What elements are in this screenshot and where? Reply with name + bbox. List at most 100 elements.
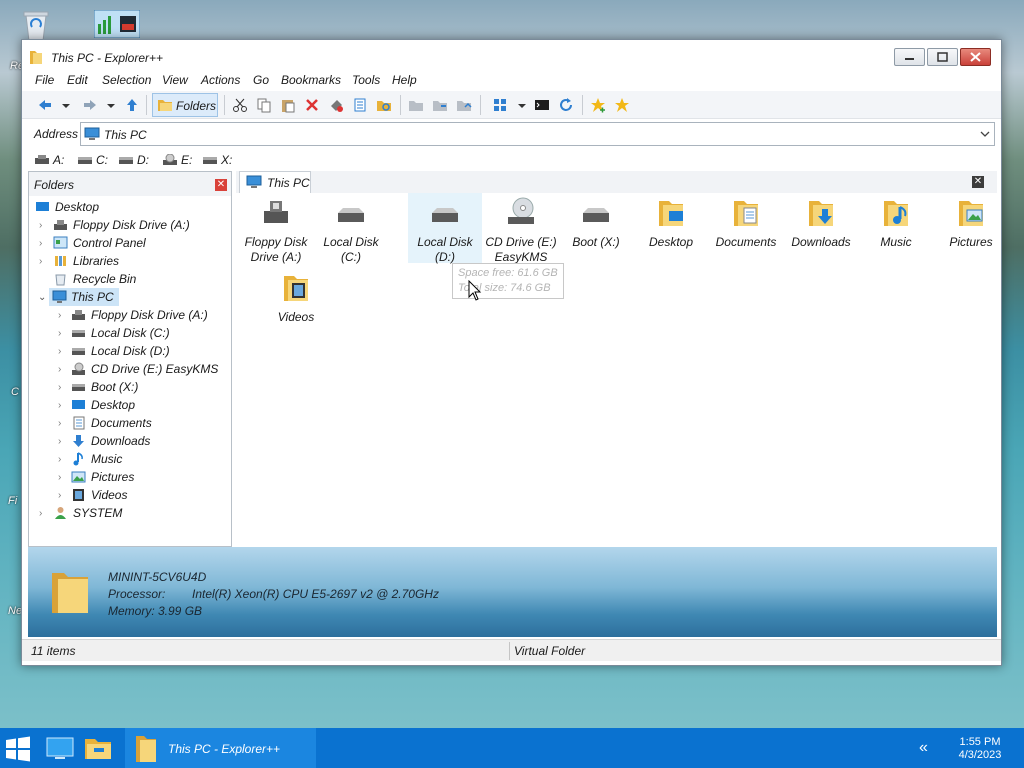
expand-chevron-icon[interactable]: › xyxy=(58,472,61,483)
item-downloads-folder[interactable]: Downloads xyxy=(784,197,858,267)
expand-chevron-icon[interactable]: › xyxy=(39,256,42,267)
expand-chevron-icon[interactable]: › xyxy=(39,220,42,231)
cut-icon[interactable] xyxy=(232,97,248,113)
expand-chevron-icon[interactable]: › xyxy=(58,490,61,501)
expand-chevron-icon[interactable]: › xyxy=(58,436,61,447)
menu-actions[interactable]: Actions xyxy=(201,73,240,87)
expand-chevron-icon[interactable]: › xyxy=(58,418,61,429)
tree-item-floppy-sub[interactable]: › Floppy Disk Drive (A:) xyxy=(31,306,229,324)
paste-icon[interactable] xyxy=(280,97,296,113)
command-prompt-icon[interactable] xyxy=(534,97,550,113)
item-boot-x[interactable]: Boot (X:) xyxy=(559,197,633,267)
tree-item-this-pc[interactable]: This PC xyxy=(49,288,119,306)
delete-permanently-icon[interactable] xyxy=(328,97,344,113)
tree-item-desktop[interactable]: Desktop xyxy=(31,198,229,216)
tree-item-documents[interactable]: › Documents xyxy=(31,414,229,432)
menu-bookmarks[interactable]: Bookmarks xyxy=(281,73,341,87)
item-floppy-disk[interactable]: Floppy Disk Drive (A:) xyxy=(239,197,313,267)
tree-item-recycle-bin[interactable]: Recycle Bin xyxy=(31,270,229,288)
copy-to-folder-icon[interactable] xyxy=(432,97,448,113)
tree-item-label: Floppy Disk Drive (A:) xyxy=(91,308,208,322)
tree-item-control-panel[interactable]: › Control Panel xyxy=(31,234,229,252)
expand-chevron-icon[interactable]: › xyxy=(58,454,61,465)
expand-chevron-icon[interactable]: › xyxy=(39,508,42,519)
tree-item-boot-x[interactable]: › Boot (X:) xyxy=(31,378,229,396)
tree-item-label: Local Disk (D:) xyxy=(91,344,170,358)
new-folder-icon[interactable] xyxy=(408,97,424,113)
taskbar-clock[interactable]: 1:55 PM 4/3/2023 xyxy=(950,736,1010,762)
item-documents-folder[interactable]: Documents xyxy=(709,197,783,267)
mouse-cursor-icon xyxy=(468,280,482,301)
back-dropdown-icon[interactable] xyxy=(62,97,70,113)
properties-icon[interactable] xyxy=(352,97,368,113)
back-icon[interactable] xyxy=(37,97,53,113)
tree-item-desktop-sub[interactable]: › Desktop xyxy=(31,396,229,414)
tree-item-pictures[interactable]: › Pictures xyxy=(31,468,229,486)
collapse-chevron-icon[interactable]: ⌄ xyxy=(38,292,46,303)
tree-item-cd-drive[interactable]: › CD Drive (E:) EasyKMS xyxy=(31,360,229,378)
bookmarks-icon[interactable] xyxy=(614,97,630,113)
tab-this-pc[interactable]: This PC xyxy=(239,171,311,193)
menu-file[interactable]: File xyxy=(35,73,54,87)
start-windows-icon[interactable] xyxy=(5,736,31,762)
downloads-folder-icon xyxy=(809,201,833,226)
menu-selection[interactable]: Selection xyxy=(102,73,151,87)
views-dropdown-icon[interactable] xyxy=(518,97,526,113)
show-desktop-icon[interactable] xyxy=(46,734,74,762)
close-folders-pane-button[interactable]: ✕ xyxy=(215,179,227,191)
taskbar: This PC - Explorer++ « 1:55 PM 4/3/2023 xyxy=(0,728,1024,768)
menu-help[interactable]: Help xyxy=(392,73,417,87)
expand-chevron-icon[interactable]: › xyxy=(58,328,61,339)
address-input[interactable]: This PC xyxy=(80,122,995,146)
item-desktop-folder[interactable]: Desktop xyxy=(634,197,708,267)
expand-chevron-icon[interactable]: › xyxy=(58,346,61,357)
system-monitor-icon[interactable] xyxy=(94,10,140,38)
delete-icon[interactable] xyxy=(304,97,320,113)
menu-tools[interactable]: Tools xyxy=(352,73,380,87)
menu-view[interactable]: View xyxy=(162,73,188,87)
up-icon[interactable] xyxy=(124,97,140,113)
tree-item-floppy[interactable]: › Floppy Disk Drive (A:) xyxy=(31,216,229,234)
minimize-button[interactable] xyxy=(894,48,925,66)
expand-chevron-icon[interactable]: › xyxy=(58,364,61,375)
item-local-disk-d[interactable]: Local Disk (D:) xyxy=(408,193,482,264)
move-to-folder-icon[interactable] xyxy=(456,97,472,113)
folders-toggle-button[interactable]: Folders xyxy=(152,93,218,117)
tree-item-libraries[interactable]: › Libraries xyxy=(31,252,229,270)
tree-item-label: SYSTEM xyxy=(73,506,123,520)
item-videos-folder[interactable]: Videos xyxy=(259,272,333,342)
item-pictures-folder[interactable]: Pictures xyxy=(934,197,1008,267)
expand-chevron-icon[interactable]: › xyxy=(39,238,42,249)
expand-chevron-icon[interactable]: › xyxy=(58,310,61,321)
tree-item-local-disk-c[interactable]: › Local Disk (C:) xyxy=(31,324,229,342)
floppy-icon xyxy=(72,310,85,320)
search-folder-icon[interactable] xyxy=(376,97,392,113)
tree-item-downloads[interactable]: › Downloads xyxy=(31,432,229,450)
tree-item-local-disk-d[interactable]: › Local Disk (D:) xyxy=(31,342,229,360)
tree-item-videos[interactable]: › Videos xyxy=(31,486,229,504)
views-icon[interactable] xyxy=(492,97,508,113)
title-bar[interactable]: This PC - Explorer++ xyxy=(22,40,1001,70)
close-button[interactable] xyxy=(960,48,991,66)
copy-icon[interactable] xyxy=(256,97,272,113)
file-explorer-icon[interactable] xyxy=(84,734,112,762)
expand-chevron-icon[interactable]: › xyxy=(58,400,61,411)
bookmark-add-icon[interactable] xyxy=(590,97,606,113)
maximize-button[interactable] xyxy=(927,48,958,66)
chevron-down-icon[interactable] xyxy=(980,129,990,139)
taskbar-item-explorer[interactable]: This PC - Explorer++ xyxy=(125,728,316,768)
menu-edit[interactable]: Edit xyxy=(67,73,88,87)
tree-item-system[interactable]: › SYSTEM xyxy=(31,504,229,522)
system-tray-chevron-icon[interactable]: « xyxy=(919,739,928,757)
refresh-icon[interactable] xyxy=(558,97,574,113)
item-local-disk-c[interactable]: Local Disk (C:) xyxy=(314,197,388,267)
cd-drive-icon xyxy=(72,362,85,375)
item-cd-drive[interactable]: CD Drive (E:) EasyKMS xyxy=(484,197,558,267)
forward-dropdown-icon[interactable] xyxy=(107,97,115,113)
menu-go[interactable]: Go xyxy=(253,73,269,87)
close-tab-button[interactable]: ✕ xyxy=(972,176,984,188)
expand-chevron-icon[interactable]: › xyxy=(58,382,61,393)
forward-icon[interactable] xyxy=(82,97,98,113)
item-music-folder[interactable]: Music xyxy=(859,197,933,267)
tree-item-music[interactable]: › Music xyxy=(31,450,229,468)
